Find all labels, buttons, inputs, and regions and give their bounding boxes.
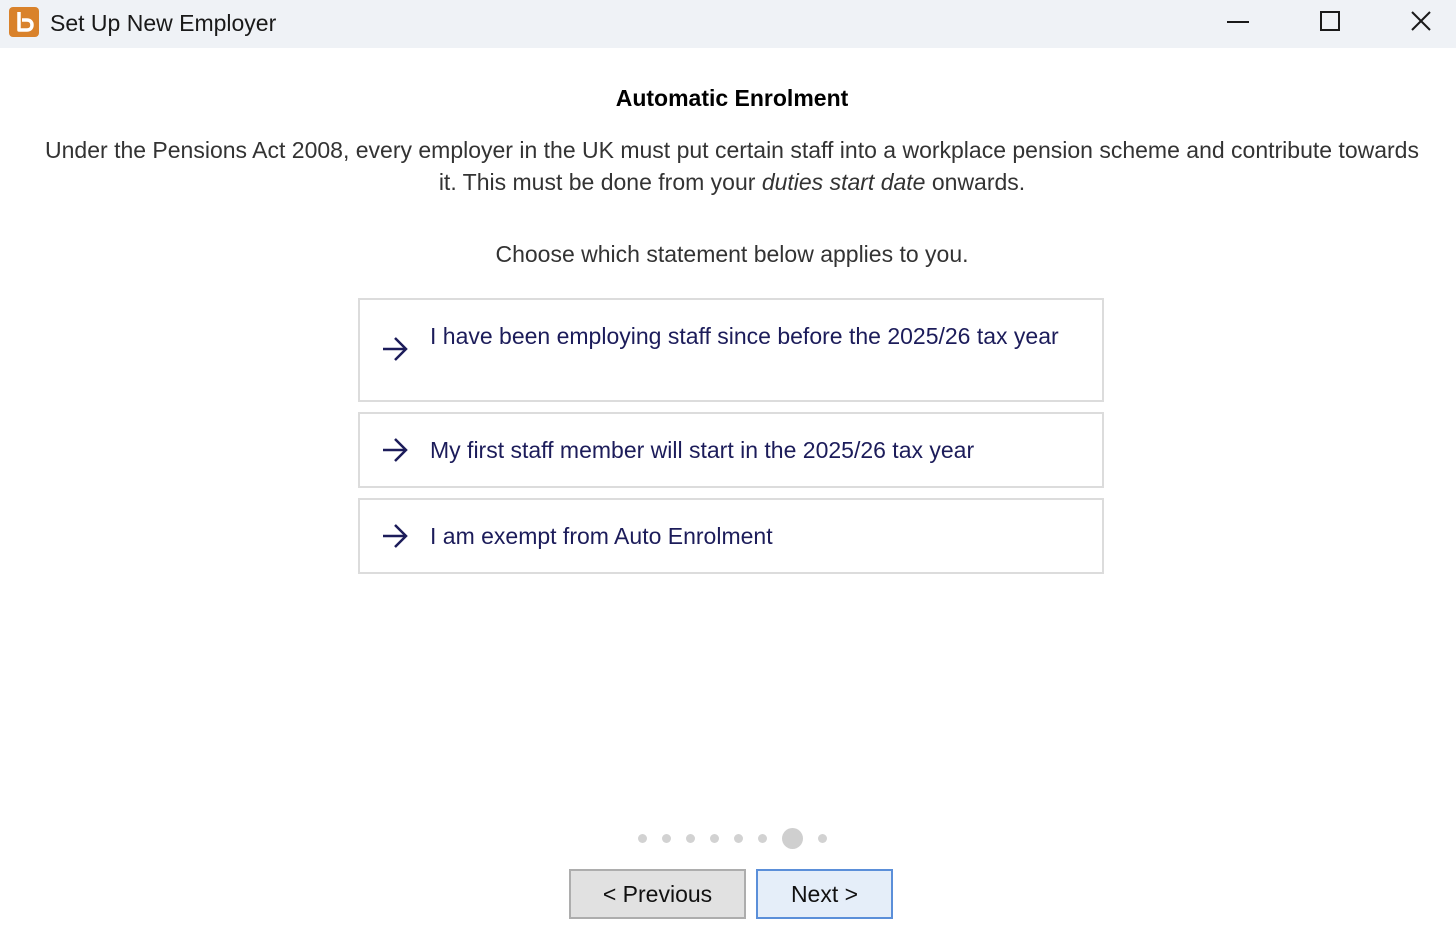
maximize-button[interactable] — [1300, 0, 1360, 46]
option-label: I am exempt from Auto Enrolment — [430, 523, 773, 549]
close-button[interactable] — [1392, 0, 1452, 46]
arrow-right-icon — [383, 524, 408, 548]
option-employing-before[interactable]: I have been employing staff since before… — [358, 298, 1104, 402]
step-dot — [758, 834, 767, 843]
maximize-icon — [1320, 11, 1340, 31]
option-first-staff[interactable]: My first staff member will start in the … — [358, 412, 1104, 488]
window-title: Set Up New Employer — [50, 10, 277, 36]
intro-text: Under the Pensions Act 2008, every emplo… — [40, 134, 1424, 198]
step-dot-current — [782, 828, 803, 849]
step-dot — [662, 834, 671, 843]
next-button[interactable]: Next > — [756, 869, 893, 919]
step-dot — [710, 834, 719, 843]
title-bar: Set Up New Employer — [0, 0, 1456, 48]
intro-text-part2: onwards. — [925, 169, 1026, 195]
app-logo-icon — [9, 7, 39, 37]
previous-button[interactable]: < Previous — [569, 869, 746, 919]
intro-text-emphasis: duties start date — [761, 169, 926, 195]
option-label: My first staff member will start in the … — [430, 437, 975, 463]
intro-text-part1: Under the Pensions Act 2008, every emplo… — [45, 137, 1419, 195]
step-indicator — [0, 827, 1456, 851]
step-dot — [818, 834, 827, 843]
step-dot — [638, 834, 647, 843]
step-dot — [686, 834, 695, 843]
option-exempt[interactable]: I am exempt from Auto Enrolment — [358, 498, 1104, 574]
page-heading: Automatic Enrolment — [615, 85, 849, 111]
minimize-icon — [1227, 21, 1249, 23]
step-dot — [734, 834, 743, 843]
choose-prompt: Choose which statement below applies to … — [495, 241, 969, 267]
arrow-right-icon — [383, 438, 408, 462]
option-label: I have been employing staff since before… — [430, 323, 1059, 349]
arrow-right-icon — [383, 337, 408, 361]
close-icon — [1411, 11, 1431, 31]
minimize-button[interactable] — [1208, 0, 1268, 46]
